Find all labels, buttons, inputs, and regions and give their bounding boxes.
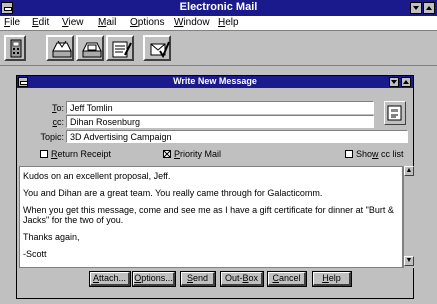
- scroll-up-arrow-icon[interactable]: ▲: [404, 166, 414, 176]
- body-line: -Scott: [23, 249, 47, 259]
- phone-icon[interactable]: [4, 35, 26, 61]
- body-line: Thanks again,: [23, 232, 80, 242]
- app-title: Electronic Mail: [179, 1, 258, 13]
- menu-options[interactable]: Options: [130, 17, 164, 28]
- menu-mail[interactable]: Mail: [98, 17, 116, 28]
- body-line: You and Dihan are a great team. You real…: [23, 188, 323, 198]
- check-mail-icon[interactable]: [143, 35, 171, 61]
- compose-maximize-button[interactable]: [401, 77, 411, 87]
- cancel-button[interactable]: Cancel: [267, 271, 307, 287]
- out-box-button[interactable]: Out-Box: [220, 271, 264, 287]
- message-body[interactable]: Kudos on an excellent proposal, Jeff. Yo…: [19, 166, 403, 268]
- send-button[interactable]: Send: [180, 271, 216, 287]
- inbox-icon[interactable]: [46, 35, 74, 61]
- compose-minimize-button[interactable]: [389, 77, 399, 87]
- body-scrollbar[interactable]: ▲ ▼: [403, 166, 414, 268]
- return-receipt-checkbox[interactable]: [40, 150, 48, 158]
- address-book-button[interactable]: [384, 101, 406, 125]
- show-cc-list-checkbox[interactable]: [345, 150, 353, 158]
- toolbar: [0, 31, 437, 66]
- maximize-button[interactable]: [423, 2, 435, 14]
- menu-help[interactable]: Help: [218, 17, 239, 28]
- return-receipt-label: Return Receipt: [51, 149, 112, 159]
- body-line: Kudos on an excellent proposal, Jeff.: [23, 171, 171, 181]
- topic-field[interactable]: 3D Advertising Campaign: [66, 130, 408, 143]
- menu-window[interactable]: Window: [174, 17, 210, 28]
- compose-title-bar[interactable]: Write New Message: [17, 76, 413, 88]
- scroll-down-arrow-icon[interactable]: ▼: [404, 256, 414, 266]
- body-line: Jacks" for the two of you.: [23, 215, 124, 225]
- to-field[interactable]: Jeff Tomlin: [66, 101, 374, 114]
- to-label: To:: [51, 103, 64, 113]
- attach-button[interactable]: Attach...: [89, 271, 131, 287]
- cc-field[interactable]: Dihan Rosenburg: [66, 115, 374, 128]
- compose-icon[interactable]: [106, 35, 134, 61]
- minimize-button[interactable]: [410, 2, 422, 14]
- menu-file[interactable]: File: [4, 17, 20, 28]
- outbox-icon[interactable]: [76, 35, 104, 61]
- show-cc-list-label: Show cc list: [356, 149, 404, 159]
- body-line: When you get this message, come and see …: [23, 205, 394, 215]
- app-title-bar[interactable]: Electronic Mail: [0, 0, 437, 16]
- menu-view[interactable]: View: [62, 17, 84, 28]
- compose-title: Write New Message: [173, 76, 257, 86]
- help-button[interactable]: Help: [312, 271, 352, 287]
- address-book-icon: [387, 105, 402, 121]
- topic-label: Topic:: [40, 132, 64, 142]
- priority-mail-label: Priority Mail: [174, 149, 222, 159]
- priority-mail-checkbox[interactable]: [163, 150, 171, 158]
- menu-edit[interactable]: Edit: [32, 17, 49, 28]
- options-button[interactable]: Options...: [132, 271, 176, 287]
- cc-label: cc:: [52, 117, 64, 127]
- menu-bar: File Edit View Mail Options Window Help: [0, 16, 437, 31]
